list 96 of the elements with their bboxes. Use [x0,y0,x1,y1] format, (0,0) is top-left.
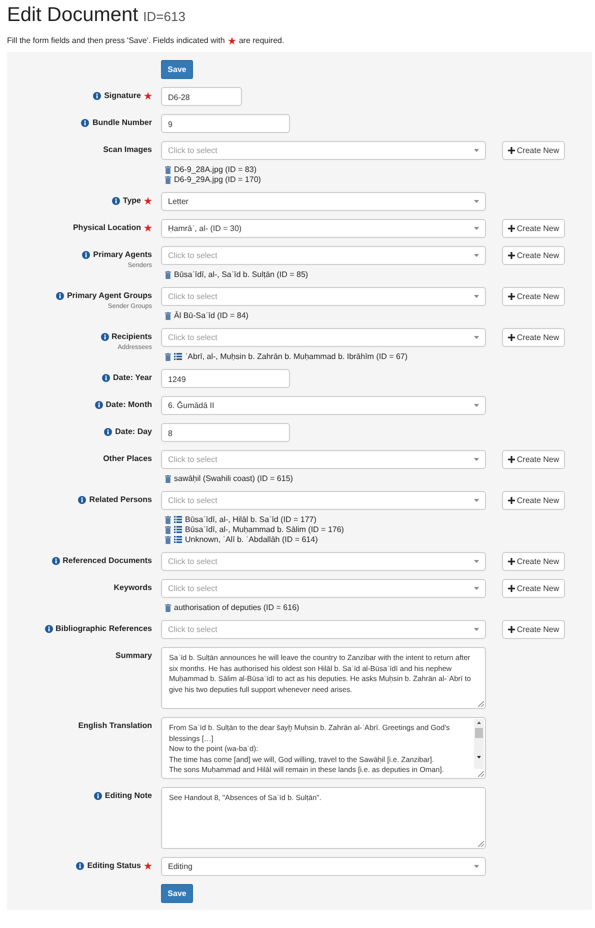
create-new-button[interactable]: Create New [502,141,565,160]
field-label: Editing Note [104,791,152,800]
document-id: ID=613 [143,9,186,24]
caret-icon [474,587,479,590]
plus-icon [508,497,515,504]
text-field[interactable]: 1249 [161,369,290,388]
text-field[interactable]: D6-28 [161,87,242,106]
caret-icon [474,499,479,502]
list-icon[interactable] [174,526,182,533]
field-label: Other Places [103,454,152,463]
field-label: English Translation [78,721,152,730]
trash-icon[interactable] [165,352,171,360]
field-label: Referenced Documents [62,556,152,565]
resize-grip-icon[interactable] [478,771,484,777]
field-label: Primary Agents [93,250,152,259]
resize-grip-icon[interactable] [478,701,484,707]
trash-icon[interactable] [165,270,171,278]
select-field[interactable]: 6. Ǧumādā II [161,396,486,415]
caret-icon [474,336,479,339]
caret-icon [474,458,479,461]
create-new-button[interactable]: Create New [502,491,565,510]
trash-icon[interactable] [165,604,171,612]
caret-icon [474,254,479,257]
selected-item: Unknown, ʿAlī b. ʿAbdallāh (ID = 614) [185,535,318,544]
create-new-button[interactable]: Create New [502,579,565,598]
plus-icon [508,558,515,565]
plus-icon [508,225,515,232]
field-label: Recipients [112,332,152,341]
field-label: Physical Location [72,223,141,232]
trash-icon[interactable] [165,176,171,184]
list-icon[interactable] [174,353,182,360]
create-new-button[interactable]: Create New [502,552,565,571]
plus-icon [508,456,515,463]
caret-icon [474,404,479,407]
selected-item: D6-9_29A.jpg (ID = 170) [174,175,261,184]
select-field[interactable]: Ḥamrāʾ, al- (ID = 30) [161,219,486,238]
list-icon[interactable] [174,516,182,523]
create-new-button[interactable]: Create New [502,450,565,469]
field-label: Scan Images [103,145,152,154]
field-label: Date: Day [115,427,152,436]
page-title: Edit Document [7,4,138,27]
create-new-button[interactable]: Create New [502,246,565,265]
trash-icon[interactable] [165,312,171,320]
plus-icon [508,334,515,341]
save-button[interactable]: Save [161,60,193,79]
field-label: Related Persons [89,495,152,504]
field-label: Primary Agent Groups [66,291,152,300]
list-icon[interactable] [174,536,182,543]
caret-icon [474,227,479,230]
selected-item: D6-9_28A.jpg (ID = 83) [174,165,256,174]
caret-icon [474,560,479,563]
trash-icon[interactable] [165,516,171,524]
caret-icon [474,628,479,631]
caret-icon [474,200,479,203]
plus-icon [508,147,515,154]
required-star-icon [228,36,236,44]
field-label: Bundle Number [92,118,152,127]
create-new-button[interactable]: Create New [502,219,565,238]
text-field[interactable]: 8 [161,423,290,442]
field-label: Date: Year [113,373,152,382]
plus-icon [508,585,515,592]
save-button[interactable]: Save [161,884,193,903]
text-field[interactable]: 9 [161,114,290,133]
selected-item: authorisation of deputies (ID = 616) [174,603,300,612]
caret-icon [474,149,479,152]
field-label: Keywords [114,583,152,592]
plus-icon [508,293,515,300]
plus-icon [508,252,515,259]
field-label: Type [122,196,141,205]
selected-item: Būsaʿīdī, al-, Muḥammad b. Sālim (ID = 176) [185,525,344,534]
trash-icon[interactable] [165,166,171,174]
selected-item: Būsaʿīdī, al-, Saʿīd b. Sulṭān (ID = 85) [174,270,308,279]
field-label: Signature [104,91,141,100]
field-label: Summary [116,651,152,660]
field-label: Date: Month [106,400,152,409]
plus-icon [508,626,515,633]
create-new-button[interactable]: Create New [502,287,565,306]
scrollbar[interactable] [474,719,484,769]
field-label: Editing Status [87,861,141,870]
resize-grip-icon[interactable] [478,841,484,847]
instructions-text: Fill the form fields and then press 'Save'. Fields indicated with [7,36,225,45]
caret-icon [474,865,479,868]
instructions-text: are required. [238,36,284,45]
selected-item: Āl Bū-Saʿīd (ID = 84) [174,311,248,320]
create-new-button[interactable]: Create New [502,328,565,347]
select-field[interactable]: Editing [161,857,486,876]
create-new-button[interactable]: Create New [502,620,565,639]
selected-item: Būsaʿīdī, al-, Hilāl b. Saʿīd (ID = 177) [185,515,316,524]
select-field[interactable]: Letter [161,192,486,211]
trash-icon[interactable] [165,536,171,544]
trash-icon[interactable] [165,526,171,534]
caret-icon [474,295,479,298]
trash-icon[interactable] [165,474,171,482]
selected-item: ʿAbrī, al-, Muḥsin b. Zahrān b. Muḥammad b. Ibrāhīm (ID = 67) [185,352,408,361]
selected-item: sawāḥil (Swahili coast) (ID = 615) [174,474,293,483]
field-label: Bibliographic References [56,624,152,633]
